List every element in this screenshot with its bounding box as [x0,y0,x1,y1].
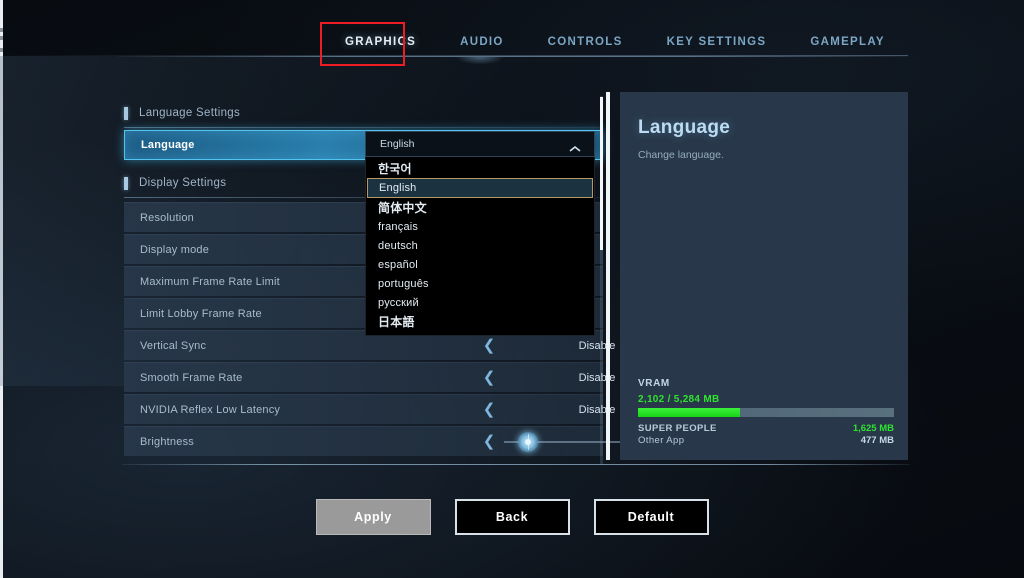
slider-knob[interactable] [518,431,538,452]
setting-control: ❮ Disable ❯ [344,395,712,424]
info-panel-rail [606,92,610,460]
section-underline [124,127,603,128]
setting-label: Resolution [140,211,194,224]
section-header-language-settings: Language Settings [124,100,603,128]
left-edge-notch-2 [0,36,3,40]
language-option-english[interactable]: English [367,178,593,198]
vram-entry-list: SUPER PEOPLE 1,625 MB Other App 477 MB [638,423,894,446]
tab-bar: GRAPHICS AUDIO CONTROLS KEY SETTINGS GAM… [118,22,910,67]
language-option-korean[interactable]: 한국어 [366,159,594,178]
setting-row-smooth-frame-rate[interactable]: Smooth Frame Rate ❮ Disable ❯ [124,362,712,392]
vram-progress-fill [638,408,740,417]
section-marker-icon [124,176,128,190]
tab-controls[interactable]: CONTROLS [526,22,645,62]
language-option-french[interactable]: français [366,217,594,236]
setting-label: Vertical Sync [140,339,207,352]
section-title: Display Settings [139,177,227,189]
left-edge-notch-3 [0,48,3,52]
setting-label: Language [141,139,195,151]
setting-label: Smooth Frame Rate [140,371,243,384]
language-option-portuguese[interactable]: português [366,274,594,293]
language-dropdown-selected-value: English [380,138,415,150]
chevron-up-icon[interactable] [568,140,582,152]
prev-arrow-icon[interactable]: ❮ [478,434,500,449]
vram-entry-value: 1,625 MB [852,423,894,434]
language-dropdown: English 한국어 English 简体中文 français deutsc… [365,131,595,336]
setting-label: Limit Lobby Frame Rate [140,307,262,320]
tab-audio[interactable]: AUDIO [438,22,526,62]
vram-entry-name: SUPER PEOPLE [638,423,717,434]
language-option-japanese[interactable]: 日本語 [366,312,594,331]
language-option-german[interactable]: deutsch [366,236,594,255]
game-settings-screen: GRAPHICS AUDIO CONTROLS KEY SETTINGS GAM… [0,0,1024,578]
vram-widget: VRAM 2,102 / 5,284 MB SUPER PEOPLE 1,625… [638,378,894,446]
info-panel-description: Change language. [638,149,724,161]
section-title: Language Settings [139,107,241,119]
vram-entry-name: Other App [638,435,685,446]
setting-label: NVIDIA Reflex Low Latency [140,403,281,416]
vram-heading: VRAM [638,378,670,389]
setting-row-nvidia-reflex-low-latency[interactable]: NVIDIA Reflex Low Latency ❮ Disable ❯ [124,394,712,424]
footer-button-bar: Apply Back Default [0,499,1024,537]
vram-progress-bar [638,408,894,417]
vram-entry-other: Other App 477 MB [638,435,894,446]
footer-divider [122,464,910,465]
language-option-spanish[interactable]: español [366,255,594,274]
apply-button[interactable]: Apply [315,499,431,535]
back-button[interactable]: Back [454,499,570,535]
settings-scrollbar-thumb[interactable] [600,97,603,250]
vram-usage-text: 2,102 / 5,284 MB [638,394,720,405]
language-option-russian[interactable]: русский [366,293,594,312]
default-button[interactable]: Default [593,499,709,535]
section-marker-icon [124,106,128,120]
setting-label: Brightness [140,435,194,448]
prev-arrow-icon[interactable]: ❮ [478,402,500,417]
setting-label: Display mode [140,243,210,256]
tab-list: GRAPHICS AUDIO CONTROLS KEY SETTINGS GAM… [323,22,907,62]
prev-arrow-icon[interactable]: ❮ [478,338,500,353]
vram-entry-value: 477 MB [860,435,894,446]
info-panel-title: Language [638,117,731,138]
language-dropdown-list: 한국어 English 简体中文 français deutsch españo… [365,157,595,336]
setting-label: Maximum Frame Rate Limit [140,275,280,288]
language-dropdown-toggle[interactable]: English [365,131,595,157]
left-edge-notch-1 [0,28,3,32]
setting-control: ❮ Disable ❯ [344,363,712,392]
setting-control: ❮ ❯ 2.2 [344,427,816,456]
left-edge-strip [0,0,3,578]
tab-key-settings[interactable]: KEY SETTINGS [645,22,789,62]
info-panel: Language Change language. VRAM 2,102 / 5… [620,92,908,460]
language-option-simplified-chinese[interactable]: 简体中文 [366,198,594,217]
tab-graphics[interactable]: GRAPHICS [323,22,438,62]
setting-row-brightness[interactable]: Brightness ❮ ❯ 2.2 [124,426,816,456]
vram-entry-game: SUPER PEOPLE 1,625 MB [638,423,894,434]
prev-arrow-icon[interactable]: ❮ [478,370,500,385]
tab-gameplay[interactable]: GAMEPLAY [788,22,907,62]
